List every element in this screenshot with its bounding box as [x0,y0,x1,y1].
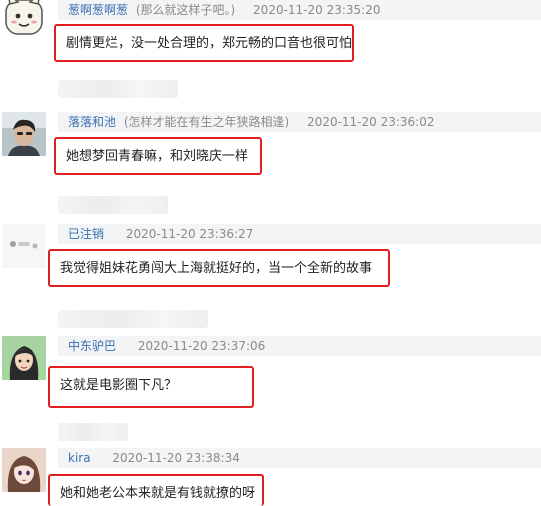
comment-meta: 落落和池 (怎样才能在有生之年狭路相逢) 2020-11-20 23:36:02 [58,112,541,132]
comment-text-highlighted: 这就是电影圈下凡？ [48,366,254,408]
user-signature: (怎样才能在有生之年狭路相逢) [123,115,290,129]
comment-text: 这就是电影圈下凡？ [60,378,178,393]
comment-text: 她和她老公本来就是有钱就撩的呀 [60,486,256,501]
cartoon-girl-icon [2,336,46,380]
comment-timestamp: 2020-11-20 23:36:27 [125,227,254,241]
comment-text-highlighted: 她想梦回青春嘛，和刘晓庆一样 [54,137,262,175]
avatar[interactable] [2,336,46,380]
comment-text-highlighted: 我觉得姐妹花勇闯大上海就挺好的，当一个全新的故事 [48,249,390,287]
comment-text: 剧情更烂，没一处合理的，郑元畅的口音也很可怕 [66,36,353,51]
comment-meta: kira 2020-11-20 23:38:34 [58,448,541,468]
comment-timestamp: 2020-11-20 23:36:02 [307,115,435,129]
username-link[interactable]: 中东驴巴 [58,339,116,353]
comment-meta: 葱啊葱啊葱 (那么就这样子吧。) 2020-11-20 23:35:20 [58,0,541,20]
deleted-user-icon [2,224,46,268]
username-link[interactable]: kira [58,451,91,465]
man-photo-icon [2,112,46,156]
blurred-reply [58,80,178,98]
comment-text-highlighted: 她和她老公本来就是有钱就撩的呀 [48,474,264,506]
comment-meta: 中东驴巴 2020-11-20 23:37:06 [58,336,541,356]
comment-timestamp: 2020-11-20 23:35:20 [253,3,381,17]
username-link[interactable]: 已注销 [58,227,104,241]
blurred-reply [58,196,168,214]
blurred-reply [58,423,128,441]
anime-girl-icon [2,448,46,492]
avatar[interactable] [2,224,46,268]
username-link[interactable]: 落落和池 [58,115,116,129]
cat-cartoon-icon [5,0,43,35]
blurred-reply [58,310,208,328]
user-signature: (那么就这样子吧。) [135,3,236,17]
comment-text: 我觉得姐妹花勇闯大上海就挺好的，当一个全新的故事 [60,261,373,276]
comment-text: 她想梦回青春嘛，和刘晓庆一样 [66,149,249,164]
avatar[interactable] [2,112,46,156]
avatar[interactable] [2,448,46,492]
comment-timestamp: 2020-11-20 23:38:34 [112,451,240,465]
comment-text-highlighted: 剧情更烂，没一处合理的，郑元畅的口音也很可怕 [54,24,354,62]
username-link[interactable]: 葱啊葱啊葱 [58,3,128,17]
avatar[interactable] [2,0,46,38]
comment-meta: 已注销 2020-11-20 23:36:27 [58,224,541,244]
comment-timestamp: 2020-11-20 23:37:06 [137,339,266,353]
